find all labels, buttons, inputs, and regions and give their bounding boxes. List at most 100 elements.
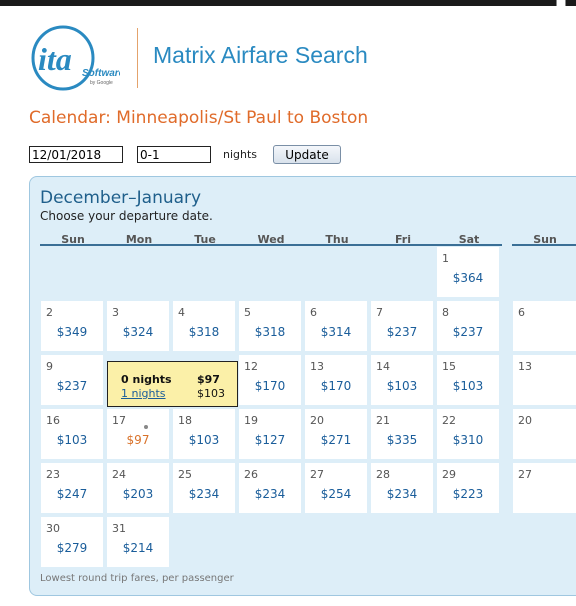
day-number: 13 <box>518 360 532 373</box>
weekday-divider <box>40 244 502 246</box>
day-price[interactable]: $324 <box>107 325 169 339</box>
calendar-day-cell[interactable]: 16 $103 <box>41 409 103 459</box>
day-price[interactable]: $127 <box>239 433 301 447</box>
app-title: Matrix Airfare Search <box>153 42 368 68</box>
logo-by-text: by Google <box>90 80 113 86</box>
calendar-day-cell[interactable]: 5 $318 <box>239 301 301 351</box>
day-price[interactable]: $234 <box>239 487 301 501</box>
day-price[interactable]: $279 <box>41 541 103 555</box>
day-number: 7 <box>376 306 383 319</box>
fare-footnote: Lowest round trip fares, per passenger <box>40 573 234 584</box>
day-price[interactable]: $97 <box>107 433 169 447</box>
calendar-day-cell[interactable]: 1 $364 <box>437 247 499 297</box>
popup-option-link[interactable]: 1 nights <box>121 387 166 400</box>
nights-range-input[interactable] <box>137 146 211 163</box>
calendar-day-cell[interactable]: 27 $254 <box>305 463 367 513</box>
day-number: 1 <box>442 252 449 265</box>
day-price[interactable]: $237 <box>437 325 499 339</box>
calendar-day-cell[interactable]: 19 $127 <box>239 409 301 459</box>
day-price[interactable]: $203 <box>107 487 169 501</box>
day-number: 8 <box>442 306 449 319</box>
popup-option-label: 0 nights <box>121 373 172 386</box>
calendar-day-cell[interactable]: 31 $214 <box>107 517 169 567</box>
day-price[interactable]: $349 <box>41 325 103 339</box>
day-price[interactable]: $103 <box>371 379 433 393</box>
day-price[interactable]: $237 <box>41 379 103 393</box>
day-number: 17 <box>112 414 126 427</box>
day-number: 12 <box>244 360 258 373</box>
day-number: 13 <box>310 360 324 373</box>
calendar-day-cell[interactable]: 25 $234 <box>173 463 235 513</box>
calendar-day-cell[interactable]: 3 $324 <box>107 301 169 351</box>
day-price[interactable]: $237 <box>371 325 433 339</box>
day-price[interactable]: $170 <box>305 379 367 393</box>
next-month-day-cell[interactable]: 20 <box>513 409 576 459</box>
calendar-day-cell[interactable]: 8 $237 <box>437 301 499 351</box>
nights-label: nights <box>223 148 258 161</box>
fare-options-popup: 0 nights $97 1 nights $103 <box>107 361 238 407</box>
calendar-day-cell[interactable]: 18 $103 <box>173 409 235 459</box>
calendar-day-cell[interactable]: 30 $279 <box>41 517 103 567</box>
month-title: December–January <box>40 188 202 208</box>
day-number: 4 <box>178 306 185 319</box>
day-price[interactable]: $170 <box>239 379 301 393</box>
day-price[interactable]: $335 <box>371 433 433 447</box>
ita-software-logo: ita Software by Google <box>31 25 120 91</box>
day-price[interactable]: $234 <box>173 487 235 501</box>
calendar-day-cell[interactable]: 7 $237 <box>371 301 433 351</box>
calendar-day-cell[interactable]: 2 $349 <box>41 301 103 351</box>
page-title: Calendar: Minneapolis/St Paul to Boston <box>29 108 369 128</box>
day-price[interactable]: $318 <box>239 325 301 339</box>
calendar-day-cell[interactable]: 15 $103 <box>437 355 499 405</box>
day-number: 22 <box>442 414 456 427</box>
day-number: 9 <box>46 360 53 373</box>
calendar-day-cell[interactable]: 20 $271 <box>305 409 367 459</box>
day-price[interactable]: $234 <box>371 487 433 501</box>
calendar-day-cell[interactable]: 13 $170 <box>305 355 367 405</box>
day-number: 20 <box>310 414 324 427</box>
day-number: 26 <box>244 468 258 481</box>
hover-dot-icon <box>144 425 148 429</box>
next-month-day-cell[interactable]: 13 <box>513 355 576 405</box>
day-price[interactable]: $364 <box>437 271 499 285</box>
day-number: 15 <box>442 360 456 373</box>
calendar-day-cell[interactable]: 12 $170 <box>239 355 301 405</box>
calendar-day-cell[interactable]: 22 $310 <box>437 409 499 459</box>
calendar-day-cell[interactable]: 21 $335 <box>371 409 433 459</box>
calendar-day-cell[interactable]: 29 $223 <box>437 463 499 513</box>
departure-date-input[interactable] <box>29 146 123 163</box>
day-price[interactable]: $103 <box>41 433 103 447</box>
popup-option-price: $103 <box>197 387 225 400</box>
calendar-day-cell[interactable]: 28 $234 <box>371 463 433 513</box>
day-price[interactable]: $103 <box>437 379 499 393</box>
day-number: 28 <box>376 468 390 481</box>
calendar-subtitle: Choose your departure date. <box>40 209 213 223</box>
day-price[interactable]: $103 <box>173 433 235 447</box>
day-price[interactable]: $247 <box>41 487 103 501</box>
day-number: 30 <box>46 522 60 535</box>
next-month-day-cell[interactable]: 6 <box>513 301 576 351</box>
day-number: 6 <box>310 306 317 319</box>
day-price[interactable]: $214 <box>107 541 169 555</box>
day-price[interactable]: $314 <box>305 325 367 339</box>
day-price[interactable]: $271 <box>305 433 367 447</box>
day-number: 25 <box>178 468 192 481</box>
update-button[interactable]: Update <box>273 145 341 164</box>
calendar-day-cell[interactable]: 24 $203 <box>107 463 169 513</box>
day-number: 21 <box>376 414 390 427</box>
day-number: 24 <box>112 468 126 481</box>
day-price[interactable]: $318 <box>173 325 235 339</box>
day-price[interactable]: $310 <box>437 433 499 447</box>
window-control[interactable] <box>556 0 566 6</box>
calendar-day-cell[interactable]: 23 $247 <box>41 463 103 513</box>
calendar-day-cell[interactable]: 26 $234 <box>239 463 301 513</box>
calendar-day-cell[interactable]: 4 $318 <box>173 301 235 351</box>
day-price[interactable]: $223 <box>437 487 499 501</box>
day-price[interactable]: $254 <box>305 487 367 501</box>
calendar-day-cell[interactable]: 14 $103 <box>371 355 433 405</box>
next-month-day-cell[interactable]: 27 <box>513 463 576 513</box>
calendar-day-cell[interactable]: 9 $237 <box>41 355 103 405</box>
calendar-day-cell-hovered[interactable]: 17 $97 <box>107 409 169 459</box>
day-number: 27 <box>310 468 324 481</box>
calendar-day-cell[interactable]: 6 $314 <box>305 301 367 351</box>
